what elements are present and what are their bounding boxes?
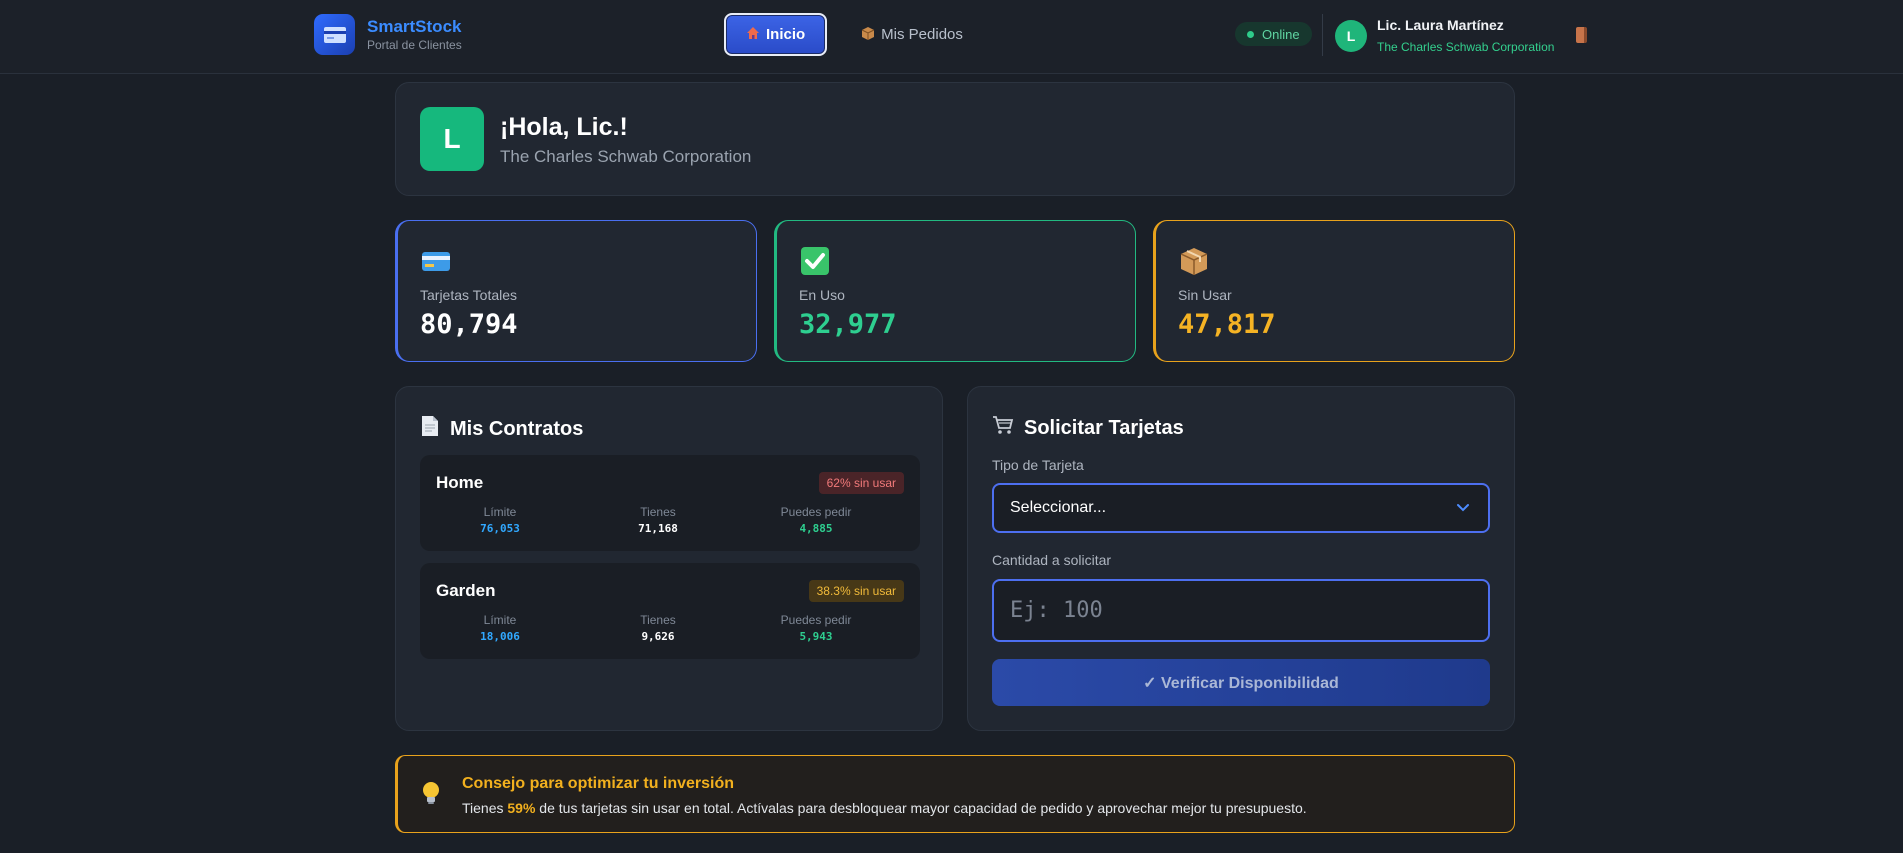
lightbulb-icon <box>420 780 442 811</box>
have-value: 9,626 <box>641 630 675 643</box>
nav-inicio-button[interactable]: Inicio <box>724 13 828 56</box>
contract-limit: Límite 18,006 <box>420 613 580 643</box>
brand-subtitle: Portal de Clientes <box>367 37 462 52</box>
limit-value: 76,053 <box>480 522 520 535</box>
nav-mis-pedidos-button[interactable]: Mis Pedidos <box>841 13 983 56</box>
request-title: Solicitar Tarjetas <box>992 415 1184 441</box>
have-value: 71,168 <box>638 522 678 535</box>
stat-label-used: En Uso <box>799 287 845 303</box>
unused-badge: 38.3% sin usar <box>808 580 904 602</box>
stat-label-total: Tarjetas Totales <box>420 287 518 303</box>
credit-card-icon <box>420 245 452 277</box>
contract-have: Tienes 9,626 <box>578 613 738 643</box>
stat-card-total: Tarjetas Totales 80,794 <box>395 220 757 362</box>
have-label: Tienes <box>640 505 676 519</box>
stat-value-total: 80,794 <box>420 309 518 340</box>
contract-name: Home <box>436 473 484 492</box>
request-panel: Solicitar Tarjetas Tipo de Tarjeta Selec… <box>967 386 1515 731</box>
status-badge: Online <box>1235 22 1312 46</box>
contract-item-home[interactable]: Home 62% sin usar Límite 76,053 Tienes 7… <box>420 455 920 551</box>
quantity-label: Cantidad a solicitar <box>992 552 1112 568</box>
greeting-title: ¡Hola, Lic.! <box>500 113 628 141</box>
shopping-cart-icon <box>992 415 1014 441</box>
contract-item-garden[interactable]: Garden 38.3% sin usar Límite 18,006 Tien… <box>420 563 920 659</box>
card-type-label: Tipo de Tarjeta <box>992 457 1084 473</box>
can-order-label: Puedes pedir <box>780 613 852 627</box>
user-profile[interactable]: L Lic. Laura Martínez The Charles Schwab… <box>1335 16 1554 56</box>
brand-title: SmartStock <box>367 16 462 36</box>
contracts-title-text: Mis Contratos <box>450 417 584 440</box>
nav-mis-pedidos-label: Mis Pedidos <box>881 26 963 43</box>
request-title-text: Solicitar Tarjetas <box>1024 416 1184 439</box>
contracts-title: Mis Contratos <box>420 415 583 443</box>
stat-value-unused: 47,817 <box>1178 309 1276 340</box>
stat-card-unused: Sin Usar 47,817 <box>1153 220 1515 362</box>
contract-can-order: Puedes pedir 5,943 <box>736 613 896 643</box>
contract-have: Tienes 71,168 <box>578 505 738 535</box>
greeting-subtitle: The Charles Schwab Corporation <box>500 147 752 166</box>
tip-percent: 59% <box>507 800 536 816</box>
quantity-input[interactable] <box>992 579 1490 642</box>
tip-banner: Consejo para optimizar tu inversión Tien… <box>395 755 1515 833</box>
contract-can-order: Puedes pedir 4,885 <box>736 505 896 535</box>
greeting-card: L ¡Hola, Lic.! The Charles Schwab Corpor… <box>395 82 1515 196</box>
can-order-value: 5,943 <box>799 630 833 643</box>
card-type-select[interactable]: Seleccionar... <box>992 483 1490 533</box>
box-icon <box>1178 245 1210 277</box>
home-icon <box>746 26 760 44</box>
tip-text-after: de tus tarjetas sin usar en total. Actív… <box>535 800 1307 816</box>
tip-title: Consejo para optimizar tu inversión <box>462 775 735 792</box>
package-icon <box>861 26 875 44</box>
limit-value: 18,006 <box>480 630 520 643</box>
credit-card-icon <box>314 14 355 55</box>
header-divider <box>1322 14 1323 56</box>
user-name: Lic. Laura Martínez <box>1377 17 1504 33</box>
card-type-value: Seleccionar... <box>1010 499 1107 516</box>
document-icon <box>420 415 440 443</box>
company-avatar: L <box>420 107 484 171</box>
tip-text: Tienes 59% de tus tarjetas sin usar en t… <box>462 800 1307 816</box>
verify-availability-button[interactable]: ✓ Verificar Disponibilidad <box>992 659 1490 706</box>
can-order-label: Puedes pedir <box>780 505 852 519</box>
top-bar: SmartStock Portal de Clientes Inicio Mis… <box>0 0 1903 74</box>
stat-card-used: En Uso 32,977 <box>774 220 1136 362</box>
have-label: Tienes <box>640 613 676 627</box>
user-company: The Charles Schwab Corporation <box>1377 40 1555 54</box>
chevron-down-icon <box>1456 501 1470 520</box>
nav-inicio-label: Inicio <box>766 26 806 43</box>
user-avatar: L <box>1335 20 1367 52</box>
check-icon <box>799 245 831 277</box>
contract-limit: Límite 76,053 <box>420 505 580 535</box>
stat-label-unused: Sin Usar <box>1178 287 1232 303</box>
unused-badge: 62% sin usar <box>818 472 904 494</box>
contracts-panel: Mis Contratos Home 62% sin usar Límite 7… <box>395 386 943 731</box>
contract-name: Garden <box>436 581 496 600</box>
limit-label: Límite <box>483 613 517 627</box>
logout-door-icon[interactable] <box>1576 27 1587 43</box>
status-dot-icon <box>1247 30 1254 38</box>
brand[interactable]: SmartStock Portal de Clientes <box>314 14 462 55</box>
tip-text-before: Tienes <box>462 800 508 816</box>
main-nav: Inicio Mis Pedidos <box>724 13 983 56</box>
limit-label: Límite <box>483 505 517 519</box>
can-order-value: 4,885 <box>799 522 833 535</box>
stat-value-used: 32,977 <box>799 309 897 340</box>
status-text: Online <box>1262 26 1300 42</box>
